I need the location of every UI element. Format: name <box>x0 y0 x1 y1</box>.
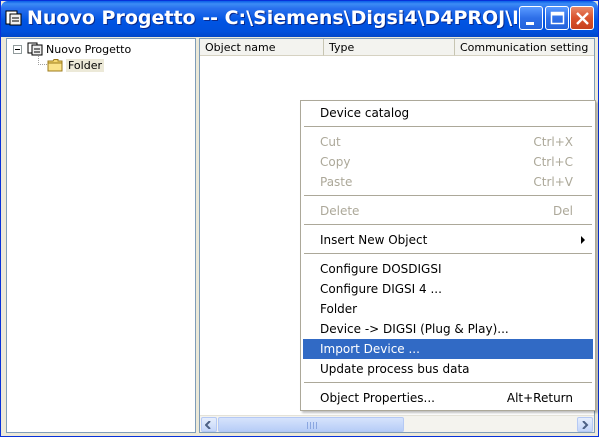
column-header-communication-setting[interactable]: Communication setting <box>455 39 594 56</box>
menu-item-import-device[interactable]: Import Device ... <box>303 339 593 359</box>
menu-item-object-properties[interactable]: Object Properties... Alt+Return <box>303 388 593 408</box>
tree-item-label: Folder <box>66 58 104 72</box>
menu-item-label: Paste <box>320 175 353 189</box>
scroll-right-button[interactable] <box>577 417 593 432</box>
column-header-type[interactable]: Type <box>324 39 455 56</box>
menu-item-label: Delete <box>320 204 360 218</box>
project-icon <box>27 42 43 56</box>
shortcut-label: Alt+Return <box>506 391 573 405</box>
menu-item-update-process-bus[interactable]: Update process bus data <box>303 359 593 379</box>
tree-item-root[interactable]: Nuovo Progetto <box>13 41 131 57</box>
collapse-toggle[interactable] <box>13 44 22 54</box>
menu-separator <box>304 382 592 383</box>
menu-item-insert-new-object[interactable]: Insert New Object <box>303 230 593 250</box>
menu-item-cut[interactable]: Cut Ctrl+X <box>303 132 593 152</box>
menu-item-label: Update process bus data <box>320 362 470 376</box>
menu-item-label: Object Properties... <box>320 391 435 405</box>
shortcut-label: Ctrl+C <box>533 155 573 169</box>
menu-item-configure-dosdigsi[interactable]: Configure DOSDIGSI <box>303 259 593 279</box>
column-header-object-name[interactable]: Object name <box>200 39 324 56</box>
submenu-arrow-icon <box>581 236 585 244</box>
menu-item-copy[interactable]: Copy Ctrl+C <box>303 152 593 172</box>
scroll-left-button[interactable] <box>201 417 217 432</box>
project-icon <box>5 10 22 26</box>
menu-item-label: Configure DOSDIGSI <box>320 262 442 276</box>
title-bar[interactable]: Nuovo Progetto -- C:\Siemens\Digsi4\D4PR… <box>1 1 598 37</box>
menu-separator <box>304 253 592 254</box>
menu-item-label: Device catalog <box>320 106 410 120</box>
main-window: Nuovo Progetto -- C:\Siemens\Digsi4\D4PR… <box>0 0 599 437</box>
close-icon <box>576 12 589 25</box>
context-menu: Device catalog Cut Ctrl+X Copy Ctrl+C Pa… <box>300 100 596 411</box>
menu-item-label: Cut <box>320 135 341 149</box>
menu-item-device-catalog[interactable]: Device catalog <box>303 103 593 123</box>
close-button[interactable] <box>570 6 594 30</box>
scroll-thumb[interactable] <box>218 417 404 432</box>
menu-item-label: Insert New Object <box>320 233 428 247</box>
minimize-button[interactable] <box>519 6 543 30</box>
maximize-icon <box>550 11 565 25</box>
menu-item-label: Import Device ... <box>320 342 420 356</box>
tree-item-folder[interactable]: Folder <box>47 57 104 73</box>
menu-item-delete[interactable]: Delete Del <box>303 201 593 221</box>
tree-item-label: Nuovo Progetto <box>46 42 132 56</box>
menu-separator <box>304 126 592 127</box>
menu-item-label: Configure DIGSI 4 ... <box>320 282 442 296</box>
shortcut-label: Del <box>553 204 573 218</box>
tree-connector <box>38 64 47 65</box>
shortcut-label: Ctrl+V <box>533 175 573 189</box>
maximize-button[interactable] <box>545 6 569 30</box>
menu-item-folder[interactable]: Folder <box>303 299 593 319</box>
arrow-left-icon <box>205 421 211 429</box>
menu-item-device-to-digsi[interactable]: Device -> DIGSI (Plug & Play)... <box>303 319 593 339</box>
menu-item-configure-digsi4[interactable]: Configure DIGSI 4 ... <box>303 279 593 299</box>
shortcut-label: Ctrl+X <box>533 135 573 149</box>
menu-item-label: Copy <box>320 155 351 169</box>
arrow-right-icon <box>582 421 589 429</box>
grip-icon <box>307 422 317 429</box>
menu-item-paste[interactable]: Paste Ctrl+V <box>303 172 593 192</box>
menu-item-label: Folder <box>320 302 358 316</box>
horizontal-scrollbar[interactable] <box>200 415 594 432</box>
window-title: Nuovo Progetto -- C:\Siemens\Digsi4\D4PR… <box>27 7 517 29</box>
menu-separator <box>304 224 592 225</box>
minimize-icon <box>526 22 534 25</box>
menu-separator <box>304 195 592 196</box>
menu-item-label: Device -> DIGSI (Plug & Play)... <box>320 322 509 336</box>
project-tree[interactable]: Nuovo Progetto Folder <box>6 38 196 433</box>
folder-icon <box>47 59 63 72</box>
